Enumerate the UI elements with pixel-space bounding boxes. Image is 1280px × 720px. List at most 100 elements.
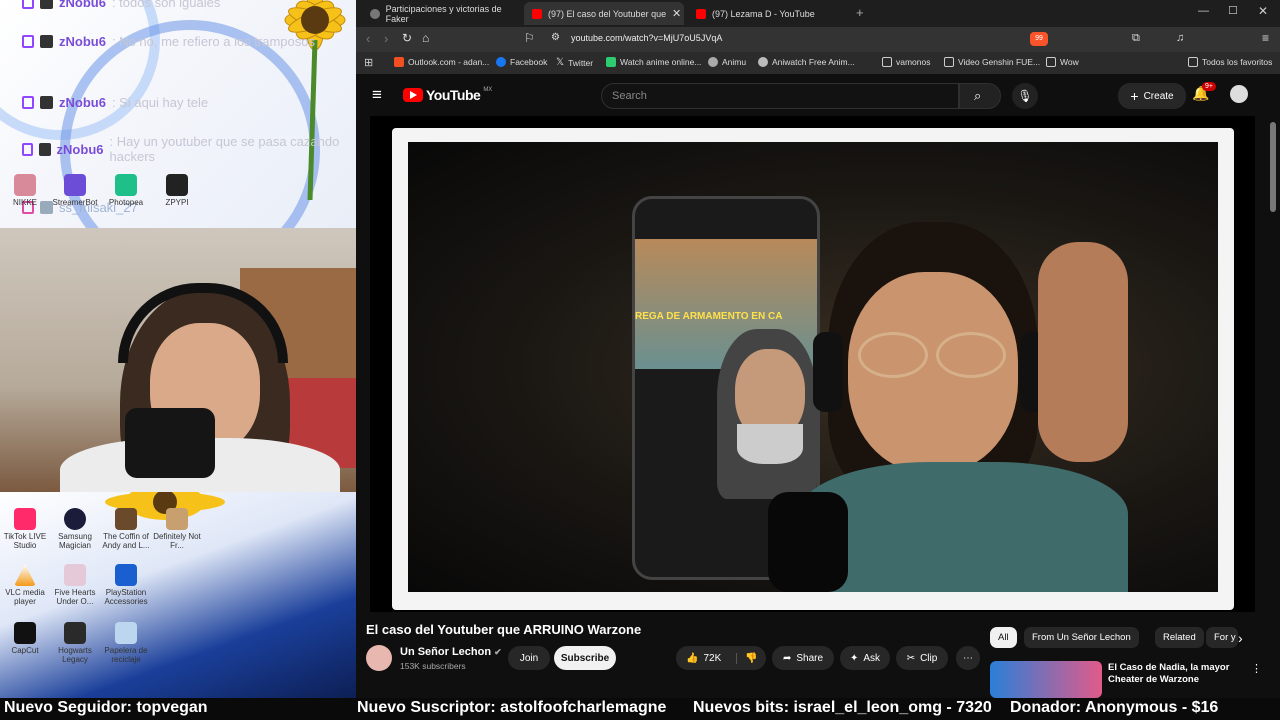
bookmark-item[interactable]: 𝕏 Twitter (556, 57, 593, 68)
channel-name[interactable]: Un Señor Lechon ✔ (400, 646, 502, 658)
join-button[interactable]: Join (508, 646, 550, 670)
ticker-bits: Nuevos bits: israel_el_leon_omg - 7320 (693, 699, 992, 716)
scrollbar-thumb[interactable] (1270, 122, 1276, 212)
chevron-right-icon[interactable]: › (1238, 630, 1243, 646)
app-icon (166, 174, 188, 196)
outlook-icon (394, 57, 404, 67)
join-label: Join (519, 652, 539, 664)
bookmark-item[interactable]: Wow (1046, 57, 1079, 67)
window-close-icon[interactable]: ✕ (1258, 4, 1268, 18)
more-actions-button[interactable]: ⋯ (956, 646, 980, 670)
video-player[interactable]: REGA DE ARMAMENTO EN CA (370, 116, 1255, 612)
like-count[interactable]: 72K (703, 653, 721, 664)
search-input[interactable]: Search (601, 83, 959, 109)
share-icon: ➦ (782, 652, 792, 664)
menu-icon[interactable]: ≡ (1262, 31, 1269, 45)
forward-icon[interactable]: › (384, 31, 388, 46)
youtube-logo[interactable]: YouTube MX (403, 87, 492, 103)
anime-icon (606, 57, 616, 67)
maximize-icon[interactable]: ☐ (1228, 4, 1238, 17)
chat-text: : todos son iguales (111, 0, 221, 10)
thumbs-up-icon[interactable]: 👍 (686, 653, 698, 664)
recommended-thumbnail[interactable] (990, 661, 1102, 698)
new-tab-icon[interactable]: + (856, 5, 864, 20)
bookmark-item[interactable]: Animu (708, 57, 746, 67)
facebook-icon (496, 57, 506, 67)
desktop-icon[interactable]: ZPYPI (147, 174, 207, 207)
recommended-title[interactable]: El Caso de Nadia, la mayor Cheater de Wa… (1108, 662, 1248, 686)
desktop-icon[interactable]: PlayStation Accessories (96, 564, 156, 606)
reload-icon[interactable]: ↻ (402, 31, 412, 45)
minimize-icon[interactable]: — (1198, 5, 1209, 17)
headphone-left (813, 332, 843, 412)
ticker-donor: Donador: Anonymous - $16 (1010, 699, 1219, 716)
globe-icon (370, 8, 380, 19)
glasses-right (936, 332, 1006, 378)
desktop-icon-label: Hogwarts Legacy (58, 646, 92, 664)
music-icon[interactable]: ♫ (1176, 32, 1184, 44)
tab-faker[interactable]: Participaciones y victorias de Faker (362, 2, 522, 25)
folder-icon (1188, 57, 1198, 67)
create-button[interactable]: + Create (1118, 83, 1186, 109)
x-icon: 𝕏 (556, 57, 565, 68)
ask-button[interactable]: ✦ Ask (840, 646, 890, 670)
desktop-icon-label: Papelera de reciclaje (104, 646, 148, 664)
hamburger-icon[interactable]: ≡ (372, 85, 382, 105)
desktop-icon[interactable]: Definitely Not Fr... (147, 508, 207, 550)
thumbs-down-icon[interactable]: 👎 (736, 652, 758, 664)
ticker-follower: Nuevo Seguidor: topvegan (4, 699, 208, 716)
apps-icon[interactable]: ⊞ (364, 56, 373, 69)
desktop-icon[interactable]: Papelera de reciclaje (96, 622, 156, 664)
desktop-icon-label: Samsung Magician (58, 532, 92, 550)
close-icon[interactable]: ✕ (672, 7, 681, 20)
kebab-menu-icon[interactable]: ⋮ (1251, 662, 1262, 675)
bookmark-label: Aniwatch Free Anim... (772, 57, 855, 67)
app-icon (14, 508, 36, 530)
desktop-icon-label: The Coffin of Andy and L... (102, 532, 150, 550)
bookmark-item[interactable]: Outlook.com - adan... (394, 57, 489, 67)
desktop-icon-label: NIKKE (12, 198, 37, 207)
home-icon[interactable]: ⌂ (422, 31, 429, 45)
scrollbar[interactable] (1270, 116, 1278, 696)
bookmark-label: Watch anime online... (620, 57, 702, 67)
plus-icon: + (1130, 88, 1139, 104)
badge-icon (39, 142, 51, 156)
bookmark-item[interactable]: Facebook (496, 57, 547, 67)
desktop-area: TikTok LIVE Studio Samsung Magician The … (0, 492, 356, 698)
badge-icon (40, 35, 53, 48)
chip-from-channel[interactable]: From Un Señor Lechon (1024, 627, 1139, 648)
chip-related[interactable]: Related (1155, 627, 1204, 648)
badge-icon (40, 0, 53, 9)
channel-avatar[interactable] (366, 645, 392, 671)
url-field[interactable]: youtube.com/watch?v=MjU7oU5JVqA (571, 33, 1171, 47)
microphone-button[interactable]: 🎙 (1012, 83, 1038, 109)
microphone-image (768, 492, 848, 592)
chat-panel: zNobu6: todos son iguales zNobu6: No no,… (0, 0, 356, 228)
folder-icon (1046, 57, 1056, 67)
chip-for-you[interactable]: For y (1206, 627, 1238, 648)
all-bookmarks[interactable]: Todos los favoritos (1188, 57, 1272, 67)
subscribe-button[interactable]: Subscribe (554, 646, 616, 670)
search-button[interactable]: ⌕ (959, 83, 1001, 109)
clip-button[interactable]: ✂ Clip (896, 646, 948, 670)
extensions-icon[interactable]: ⧉ (1132, 32, 1140, 45)
app-icon (14, 174, 36, 196)
back-icon[interactable]: ‹ (366, 31, 370, 46)
bookmark-item[interactable]: Watch anime online... (606, 57, 701, 67)
share-button[interactable]: ➦ Share (772, 646, 834, 670)
tab-lezama[interactable]: (97) Lezama D - YouTube (688, 2, 848, 25)
channel-name-text: Un Señor Lechon (400, 646, 492, 658)
avatar[interactable] (1230, 85, 1248, 103)
site-info-icon[interactable]: ⚙ (551, 32, 560, 43)
brave-shield-icon[interactable]: 99 (1030, 32, 1048, 46)
tab-youtube-active[interactable]: (97) El caso del Youtuber que AR ✕ (524, 2, 684, 25)
bookmark-label: Facebook (510, 57, 548, 67)
bookmark-icon[interactable]: ⚐ (524, 31, 535, 45)
bookmark-item[interactable]: vamonos (882, 57, 931, 67)
notification-count: 9+ (1202, 82, 1216, 91)
twitch-icon (22, 35, 34, 48)
bookmark-item[interactable]: Video Genshin FUE... (944, 57, 1040, 67)
chip-all[interactable]: All (990, 627, 1017, 648)
verified-icon: ✔ (494, 647, 502, 657)
bookmark-item[interactable]: Aniwatch Free Anim... (758, 57, 855, 67)
